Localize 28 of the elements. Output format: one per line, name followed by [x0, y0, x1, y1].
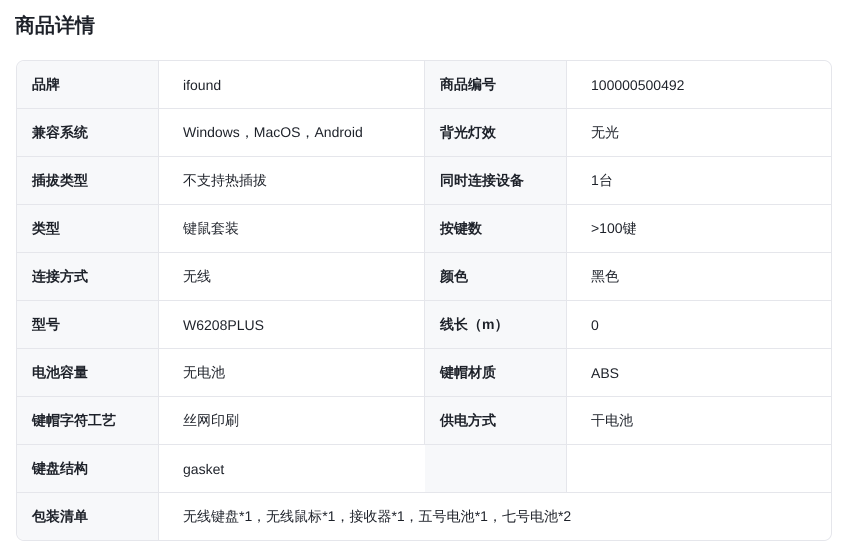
spec-label: 电池容量: [17, 348, 159, 396]
section-title: 商品详情: [15, 14, 96, 39]
spec-label: 按键数: [425, 204, 567, 252]
spec-label: 背光灯效: [425, 108, 567, 156]
spec-label: 线长（m）: [425, 300, 567, 348]
spec-label: 键帽材质: [425, 348, 567, 396]
spec-label: 品牌: [17, 61, 159, 108]
spec-value: >100键: [567, 204, 831, 252]
spec-label: 插拔类型: [17, 156, 159, 204]
spec-label: 类型: [17, 204, 159, 252]
spec-label: 供电方式: [425, 396, 567, 444]
spec-label: 颜色: [425, 252, 567, 300]
spec-label: 型号: [17, 300, 159, 348]
spec-label: 键帽字符工艺: [17, 396, 159, 444]
spec-label: 商品编号: [425, 61, 567, 108]
spec-value: 黑色: [567, 252, 831, 300]
spec-label: 同时连接设备: [425, 156, 567, 204]
spec-label: 兼容系统: [17, 108, 159, 156]
spec-value: 0: [567, 300, 831, 348]
spec-value: 无光: [567, 108, 831, 156]
spec-value: 无线键盘*1，无线鼠标*1，接收器*1，五号电池*1，七号电池*2: [159, 492, 831, 540]
spec-value: 100000500492: [590, 76, 686, 94]
spec-label: 连接方式: [17, 252, 159, 300]
spec-label: 包装清单: [17, 492, 159, 540]
spec-value: 1台: [567, 156, 831, 204]
spec-value: 干电池: [567, 396, 831, 444]
spec-value: ABS: [567, 348, 831, 396]
spec-label: 键盘结构: [17, 444, 159, 492]
